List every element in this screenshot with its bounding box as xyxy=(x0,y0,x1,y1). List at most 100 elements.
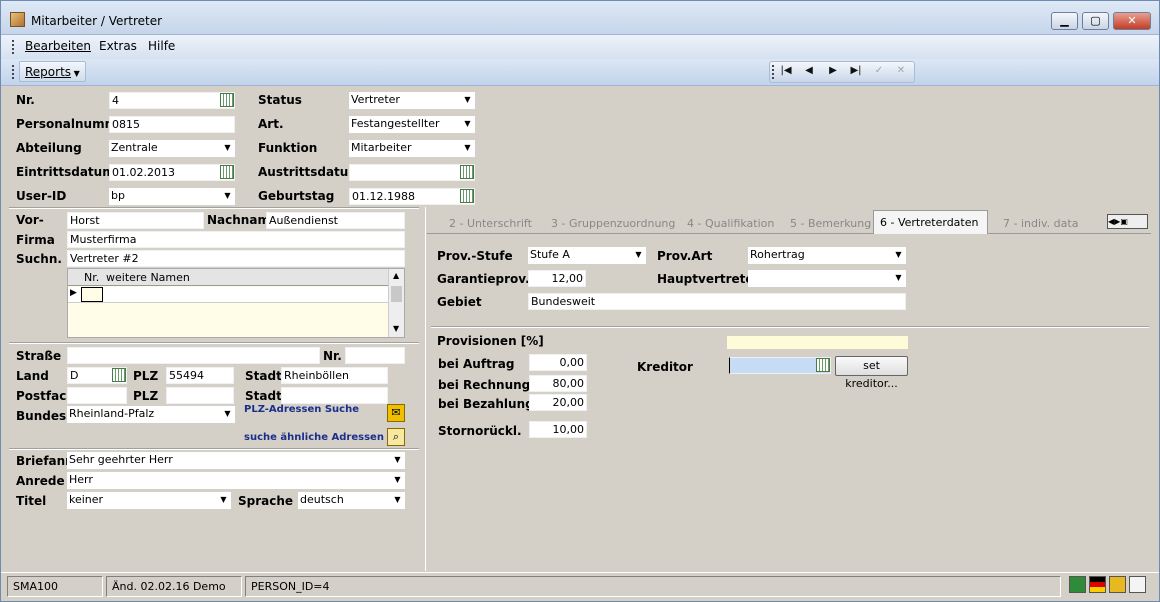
firma-field[interactable]: Musterfirma xyxy=(67,231,405,248)
tab-qualifikation[interactable]: 4 - Qualifikation xyxy=(681,212,780,234)
provstufe-value: Stufe A xyxy=(530,248,570,261)
strasse-field[interactable] xyxy=(67,347,320,364)
chevron-down-icon: ▼ xyxy=(892,248,905,261)
set-kreditor-button[interactable]: set kreditor... xyxy=(835,356,908,390)
grid-scrollbar[interactable]: ▲ ▼ xyxy=(388,269,404,337)
row-nr-cell[interactable] xyxy=(81,287,103,302)
postfach-stadt-field[interactable] xyxy=(281,387,388,404)
tab-bemerkung[interactable]: 5 - Bemerkung xyxy=(784,212,877,234)
anrede-select[interactable]: Herr ▼ xyxy=(67,472,405,489)
maximize-button[interactable]: ▢ xyxy=(1082,12,1109,30)
hauptvertreter-label: Hauptvertreter xyxy=(657,272,760,286)
tab-unterschrift[interactable]: 2 - Unterschrift xyxy=(443,212,538,234)
toolbar: Reports ▼ xyxy=(1,59,1159,86)
german-flag-icon[interactable] xyxy=(1089,576,1106,593)
sprache-select[interactable]: deutsch ▼ xyxy=(298,492,405,509)
calendar-icon[interactable] xyxy=(460,165,474,179)
table-row[interactable]: ▶ xyxy=(68,287,388,303)
suchname-field[interactable]: Vertreter #2 xyxy=(67,250,405,267)
divider xyxy=(9,342,419,344)
scroll-up-icon[interactable]: ▲ xyxy=(393,271,399,280)
reports-dropdown[interactable]: Reports ▼ xyxy=(19,61,86,82)
tab-indiv-data[interactable]: 7 - indiv. data xyxy=(997,212,1084,234)
geburtstag-field[interactable]: 01.12.1988 xyxy=(349,188,475,205)
nr-field[interactable]: 4 xyxy=(109,92,235,109)
garantieprov-field[interactable]: 12,00 xyxy=(528,270,586,287)
scroll-down-icon[interactable]: ▼ xyxy=(393,324,399,333)
titel-select[interactable]: keiner ▼ xyxy=(67,492,231,509)
userid-select[interactable]: bp ▼ xyxy=(109,188,235,205)
weitere-namen-grid[interactable]: Nr. weitere Namen ▶ ▲ ▼ xyxy=(67,268,405,338)
austritt-field[interactable] xyxy=(349,164,475,181)
calendar-icon[interactable] xyxy=(460,189,474,203)
cancel-edit-button[interactable]: ✕ xyxy=(891,65,911,81)
nachname-field[interactable]: Außendienst xyxy=(266,212,405,229)
provisionen-label: Provisionen [%] xyxy=(437,334,544,348)
personalnummer-field[interactable]: 0815 xyxy=(109,116,235,133)
document-icon[interactable] xyxy=(1129,576,1146,593)
next-record-button[interactable]: ▶ xyxy=(823,65,843,81)
close-button[interactable]: ✕ xyxy=(1113,12,1151,30)
excel-icon[interactable] xyxy=(1069,576,1086,593)
anrede-label: Anrede xyxy=(16,474,65,488)
tab-scroll-buttons[interactable]: ◀▶▣ xyxy=(1107,214,1148,229)
menu-extras[interactable]: Extras xyxy=(99,39,137,53)
grid-col-nr: Nr. xyxy=(84,271,100,284)
status-select[interactable]: Vertreter ▼ xyxy=(349,92,475,109)
lookup-icon[interactable] xyxy=(816,358,830,372)
auftrag-field[interactable]: 0,00 xyxy=(529,354,587,371)
rechnung-field[interactable]: 80,00 xyxy=(529,375,587,392)
chevron-down-icon: ▼ xyxy=(461,141,474,154)
confirm-button[interactable]: ✓ xyxy=(869,65,889,81)
menu-bearbeiten[interactable]: Bearbeiten xyxy=(25,39,91,53)
art-select[interactable]: Festangestellter ▼ xyxy=(349,116,475,133)
scroll-thumb[interactable] xyxy=(391,286,402,302)
eintritt-field[interactable]: 01.02.2013 xyxy=(109,164,235,181)
tab-vertreterdaten[interactable]: 6 - Vertreterdaten xyxy=(873,210,988,234)
provisionen-info-field xyxy=(727,336,908,349)
grid-header: Nr. weitere Namen xyxy=(68,269,388,286)
postfach-field[interactable] xyxy=(67,387,127,404)
provstufe-select[interactable]: Stufe A ▼ xyxy=(528,247,646,264)
briefanrede-select[interactable]: Sehr geehrter Herr ▼ xyxy=(67,452,405,469)
tab-gruppenzuordnung[interactable]: 3 - Gruppenzuordnung xyxy=(545,212,681,234)
titel-value: keiner xyxy=(69,493,104,506)
suchn-label: Suchn. xyxy=(16,252,62,266)
stadt-field[interactable]: Rheinböllen xyxy=(281,367,388,384)
last-record-button[interactable]: ▶| xyxy=(846,65,866,81)
abteilung-select[interactable]: Zentrale ▼ xyxy=(109,140,235,157)
similar-address-link[interactable]: suche ähnliche Adressen xyxy=(244,432,384,443)
lookup-icon[interactable] xyxy=(220,93,234,107)
lookup-icon[interactable] xyxy=(112,368,126,382)
rechnung-label: bei Rechnung xyxy=(438,378,531,392)
gebiet-field[interactable]: Bundesweit xyxy=(528,293,906,310)
funktion-select[interactable]: Mitarbeiter ▼ xyxy=(349,140,475,157)
provart-select[interactable]: Rohertrag ▼ xyxy=(748,247,906,264)
hauptvertreter-select[interactable]: ▼ xyxy=(748,270,906,287)
prev-record-button[interactable]: ◀ xyxy=(799,65,819,81)
briefanr-label: Briefanr. xyxy=(16,454,74,468)
tab-menu-icon[interactable]: ▣ xyxy=(1120,217,1128,226)
first-record-button[interactable]: |◀ xyxy=(776,65,796,81)
hausnr-field[interactable] xyxy=(345,347,405,364)
hausnr-label: Nr. xyxy=(323,349,342,363)
chevron-down-icon: ▼ xyxy=(461,117,474,130)
minimize-button[interactable]: ▁ xyxy=(1051,12,1078,30)
post-horn-icon[interactable]: ✉ xyxy=(387,404,405,422)
calendar-icon[interactable] xyxy=(220,165,234,179)
anrede-value: Herr xyxy=(69,473,93,486)
magnifier-icon[interactable]: ⌕ xyxy=(387,428,405,446)
plz-search-link[interactable]: PLZ-Adressen Suche xyxy=(244,404,359,415)
vorname-field[interactable]: Horst xyxy=(67,212,204,229)
menu-hilfe[interactable]: Hilfe xyxy=(148,39,175,53)
stadt2-label: Stadt xyxy=(245,389,282,403)
postfach-plz-field[interactable] xyxy=(166,387,234,404)
lock-icon[interactable] xyxy=(1109,576,1126,593)
funktion-value: Mitarbeiter xyxy=(351,141,412,154)
plz-field[interactable]: 55494 xyxy=(166,367,234,384)
chevron-down-icon: ▼ xyxy=(221,407,234,420)
storno-field[interactable]: 10,00 xyxy=(529,421,587,438)
bundesland-select[interactable]: Rheinland-Pfalz ▼ xyxy=(67,406,235,423)
bezahlung-field[interactable]: 20,00 xyxy=(529,394,587,411)
bezahlung-label: bei Bezahlung xyxy=(438,397,534,411)
